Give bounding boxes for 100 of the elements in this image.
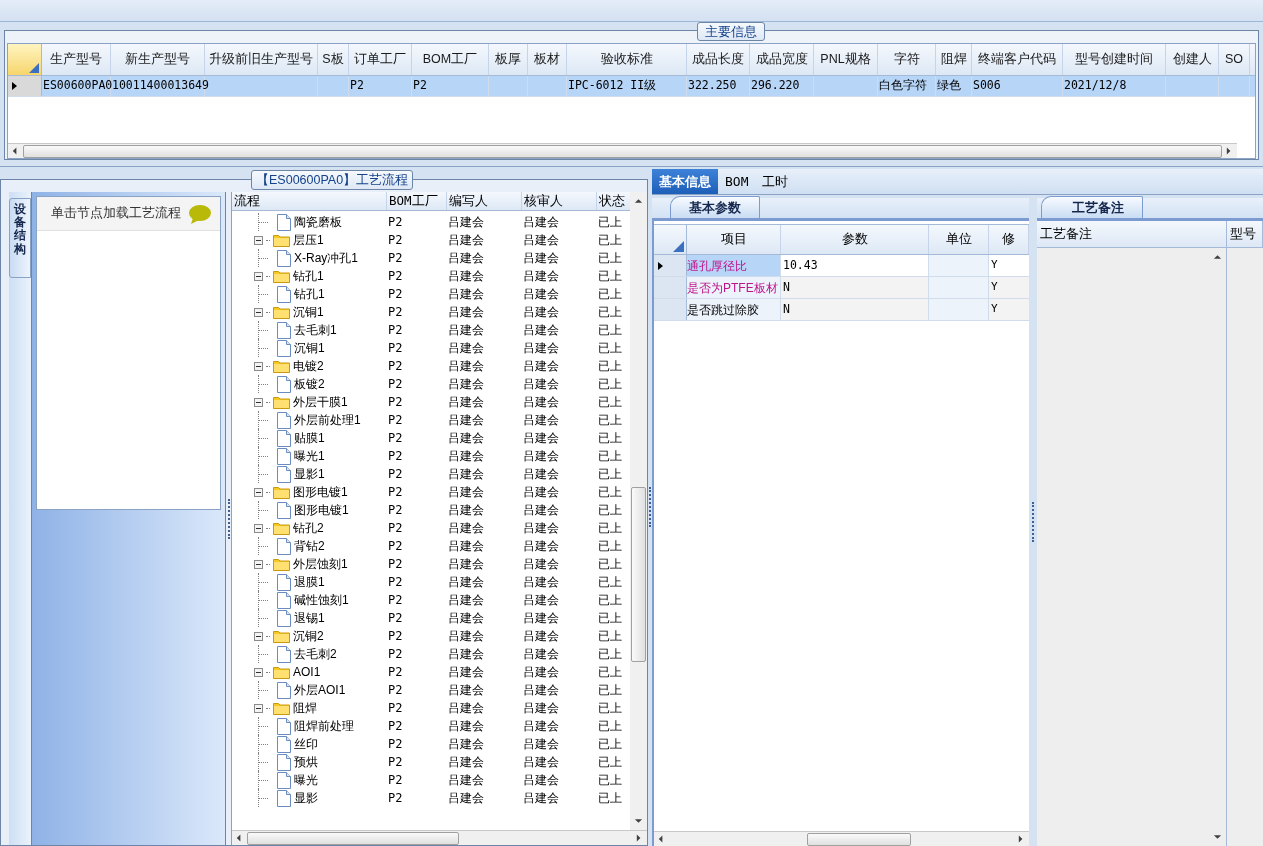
table-row[interactable]: 通孔厚径比 10.43 Y	[654, 255, 1029, 277]
column-header[interactable]: 参数	[781, 225, 929, 254]
column-header[interactable]: SO	[1219, 44, 1250, 75]
column-header[interactable]: 核审人	[522, 192, 597, 210]
collapse-icon[interactable]	[254, 559, 263, 569]
tree-node-label[interactable]: 沉铜1	[293, 303, 324, 321]
column-header[interactable]: 项目	[687, 225, 781, 254]
scrollbar-thumb[interactable]	[247, 831, 459, 845]
collapse-icon[interactable]	[254, 487, 263, 497]
column-header[interactable]: 型号	[1227, 221, 1263, 247]
tab[interactable]: 工时	[755, 169, 796, 194]
tree-node-label[interactable]: 图形电镀1	[294, 501, 349, 519]
tab[interactable]: BOM	[718, 169, 756, 194]
tree-node-label[interactable]: 曝光	[294, 771, 318, 789]
column-header[interactable]: 板材	[528, 44, 567, 75]
column-header[interactable]: S板	[318, 44, 349, 75]
tree-node-label[interactable]: 外层前处理1	[294, 411, 361, 429]
tree-node-label[interactable]: 陶瓷磨板	[294, 213, 342, 231]
tab[interactable]: 基本信息	[652, 169, 718, 194]
tree-node-label[interactable]: 沉铜2	[293, 627, 324, 645]
column-header[interactable]: BOM工厂	[412, 44, 489, 75]
tree-node-label[interactable]: 显影1	[294, 465, 325, 483]
column-header[interactable]: 终端客户代码	[972, 44, 1063, 75]
column-header[interactable]: 阻焊	[936, 44, 972, 75]
horizontal-scrollbar[interactable]	[654, 831, 1029, 846]
column-header[interactable]: 成品宽度	[750, 44, 814, 75]
tree-node-label[interactable]: 外层蚀刻1	[293, 555, 348, 573]
tree-node-label[interactable]: 沉铜1	[294, 339, 325, 357]
document-icon	[277, 771, 291, 789]
table-row[interactable]: 是否为PTFE板材 N Y	[654, 277, 1029, 299]
tree-node-label[interactable]: AOI1	[293, 663, 321, 681]
column-header[interactable]: 单位	[929, 225, 989, 254]
table-cell-text: P2	[387, 790, 404, 807]
tree-node-label[interactable]: 电镀2	[293, 357, 324, 375]
tree-node-label[interactable]: 退膜1	[294, 573, 325, 591]
column-header[interactable]: 新生产型号	[111, 44, 205, 75]
tree-node-label[interactable]: 外层AOI1	[294, 681, 346, 699]
tree-node-label[interactable]: 丝印	[294, 735, 318, 753]
tree-node-label[interactable]: 外层干膜1	[293, 393, 348, 411]
column-header[interactable]: 字符	[878, 44, 936, 75]
tree-node-label[interactable]: 层压1	[293, 231, 324, 249]
tree-node-label[interactable]: 阻焊前处理	[294, 717, 354, 735]
table-row[interactable]: ES00600PA010011400013649 P2 P2 IPC-6012 II级 322.250 296.220 白色字符 绿色 S006 2021/12/8	[8, 76, 1255, 97]
collapse-icon[interactable]	[254, 307, 263, 317]
horizontal-scrollbar[interactable]	[232, 830, 647, 845]
column-header[interactable]: BOM工厂	[387, 192, 447, 210]
tree-node-label[interactable]: 钻孔2	[293, 519, 324, 537]
vertical-scrollbar[interactable]	[630, 192, 647, 830]
tree-node-label[interactable]: 图形电镀1	[293, 483, 348, 501]
table-cell-text: 吕建会	[447, 736, 485, 753]
tree-node-label[interactable]: 预烘	[294, 753, 318, 771]
column-header[interactable]: 板厚	[489, 44, 528, 75]
collapse-icon[interactable]	[254, 631, 263, 641]
column-header[interactable]: 生产型号	[42, 44, 111, 75]
select-all-corner[interactable]	[8, 44, 42, 75]
scroll-down-icon[interactable]	[634, 816, 643, 826]
column-header[interactable]: 创建人	[1166, 44, 1219, 75]
column-header[interactable]: 工艺备注	[1037, 221, 1227, 247]
tree-node-label[interactable]: 碱性蚀刻1	[294, 591, 349, 609]
collapse-icon[interactable]	[254, 667, 263, 677]
collapse-icon[interactable]	[254, 235, 263, 245]
column-header[interactable]: 验收标准	[567, 44, 687, 75]
table-cell-text: 已上	[597, 574, 623, 591]
tree-node-label[interactable]: 显影	[294, 789, 318, 807]
tree-node-label[interactable]: 曝光1	[294, 447, 325, 465]
collapse-icon[interactable]	[254, 271, 263, 281]
tree-node-label[interactable]: 背钻2	[294, 537, 325, 555]
tree-node-label[interactable]: 贴膜1	[294, 429, 325, 447]
table-cell-text: P2	[387, 430, 404, 447]
scroll-up-icon[interactable]	[634, 196, 643, 206]
side-tab[interactable]: 设备结构	[9, 198, 31, 278]
tree-node-label[interactable]: 去毛刺2	[294, 645, 337, 663]
collapse-icon[interactable]	[254, 361, 263, 371]
column-header[interactable]: 订单工厂	[349, 44, 412, 75]
tree-node-label[interactable]: 退锡1	[294, 609, 325, 627]
scroll-down-icon[interactable]	[1213, 832, 1222, 842]
collapse-icon[interactable]	[254, 523, 263, 533]
column-header[interactable]: 型号创建时间	[1063, 44, 1166, 75]
table-cell-text: 吕建会	[522, 736, 560, 753]
panel-tab[interactable]: 工艺备注	[1041, 196, 1143, 218]
scroll-up-icon[interactable]	[1213, 252, 1222, 262]
scrollbar-thumb[interactable]	[631, 486, 646, 663]
tree-node-label[interactable]: 阻焊	[293, 699, 317, 717]
tree-node-label[interactable]: X-Ray冲孔1	[294, 249, 358, 267]
scrollbar-thumb[interactable]	[807, 832, 911, 846]
collapse-icon[interactable]	[254, 703, 263, 713]
panel-tab[interactable]: 基本参数	[670, 196, 760, 218]
tree-node-label[interactable]: 板镀2	[294, 375, 325, 393]
folder-icon	[273, 629, 290, 643]
column-header[interactable]: 流程	[232, 192, 387, 210]
column-header[interactable]: 成品长度	[687, 44, 750, 75]
tree-node-label[interactable]: 钻孔1	[294, 285, 325, 303]
tree-node-label[interactable]: 去毛刺1	[294, 321, 337, 339]
table-cell-text: 吕建会	[522, 394, 560, 411]
column-header[interactable]: 编写人	[447, 192, 522, 210]
column-header[interactable]: 升级前旧生产型号	[205, 44, 318, 75]
tree-node-label[interactable]: 钻孔1	[293, 267, 324, 285]
table-row[interactable]: 是否跳过除胶 N Y	[654, 299, 1029, 321]
collapse-icon[interactable]	[254, 397, 263, 407]
column-header[interactable]: PNL规格	[814, 44, 878, 75]
